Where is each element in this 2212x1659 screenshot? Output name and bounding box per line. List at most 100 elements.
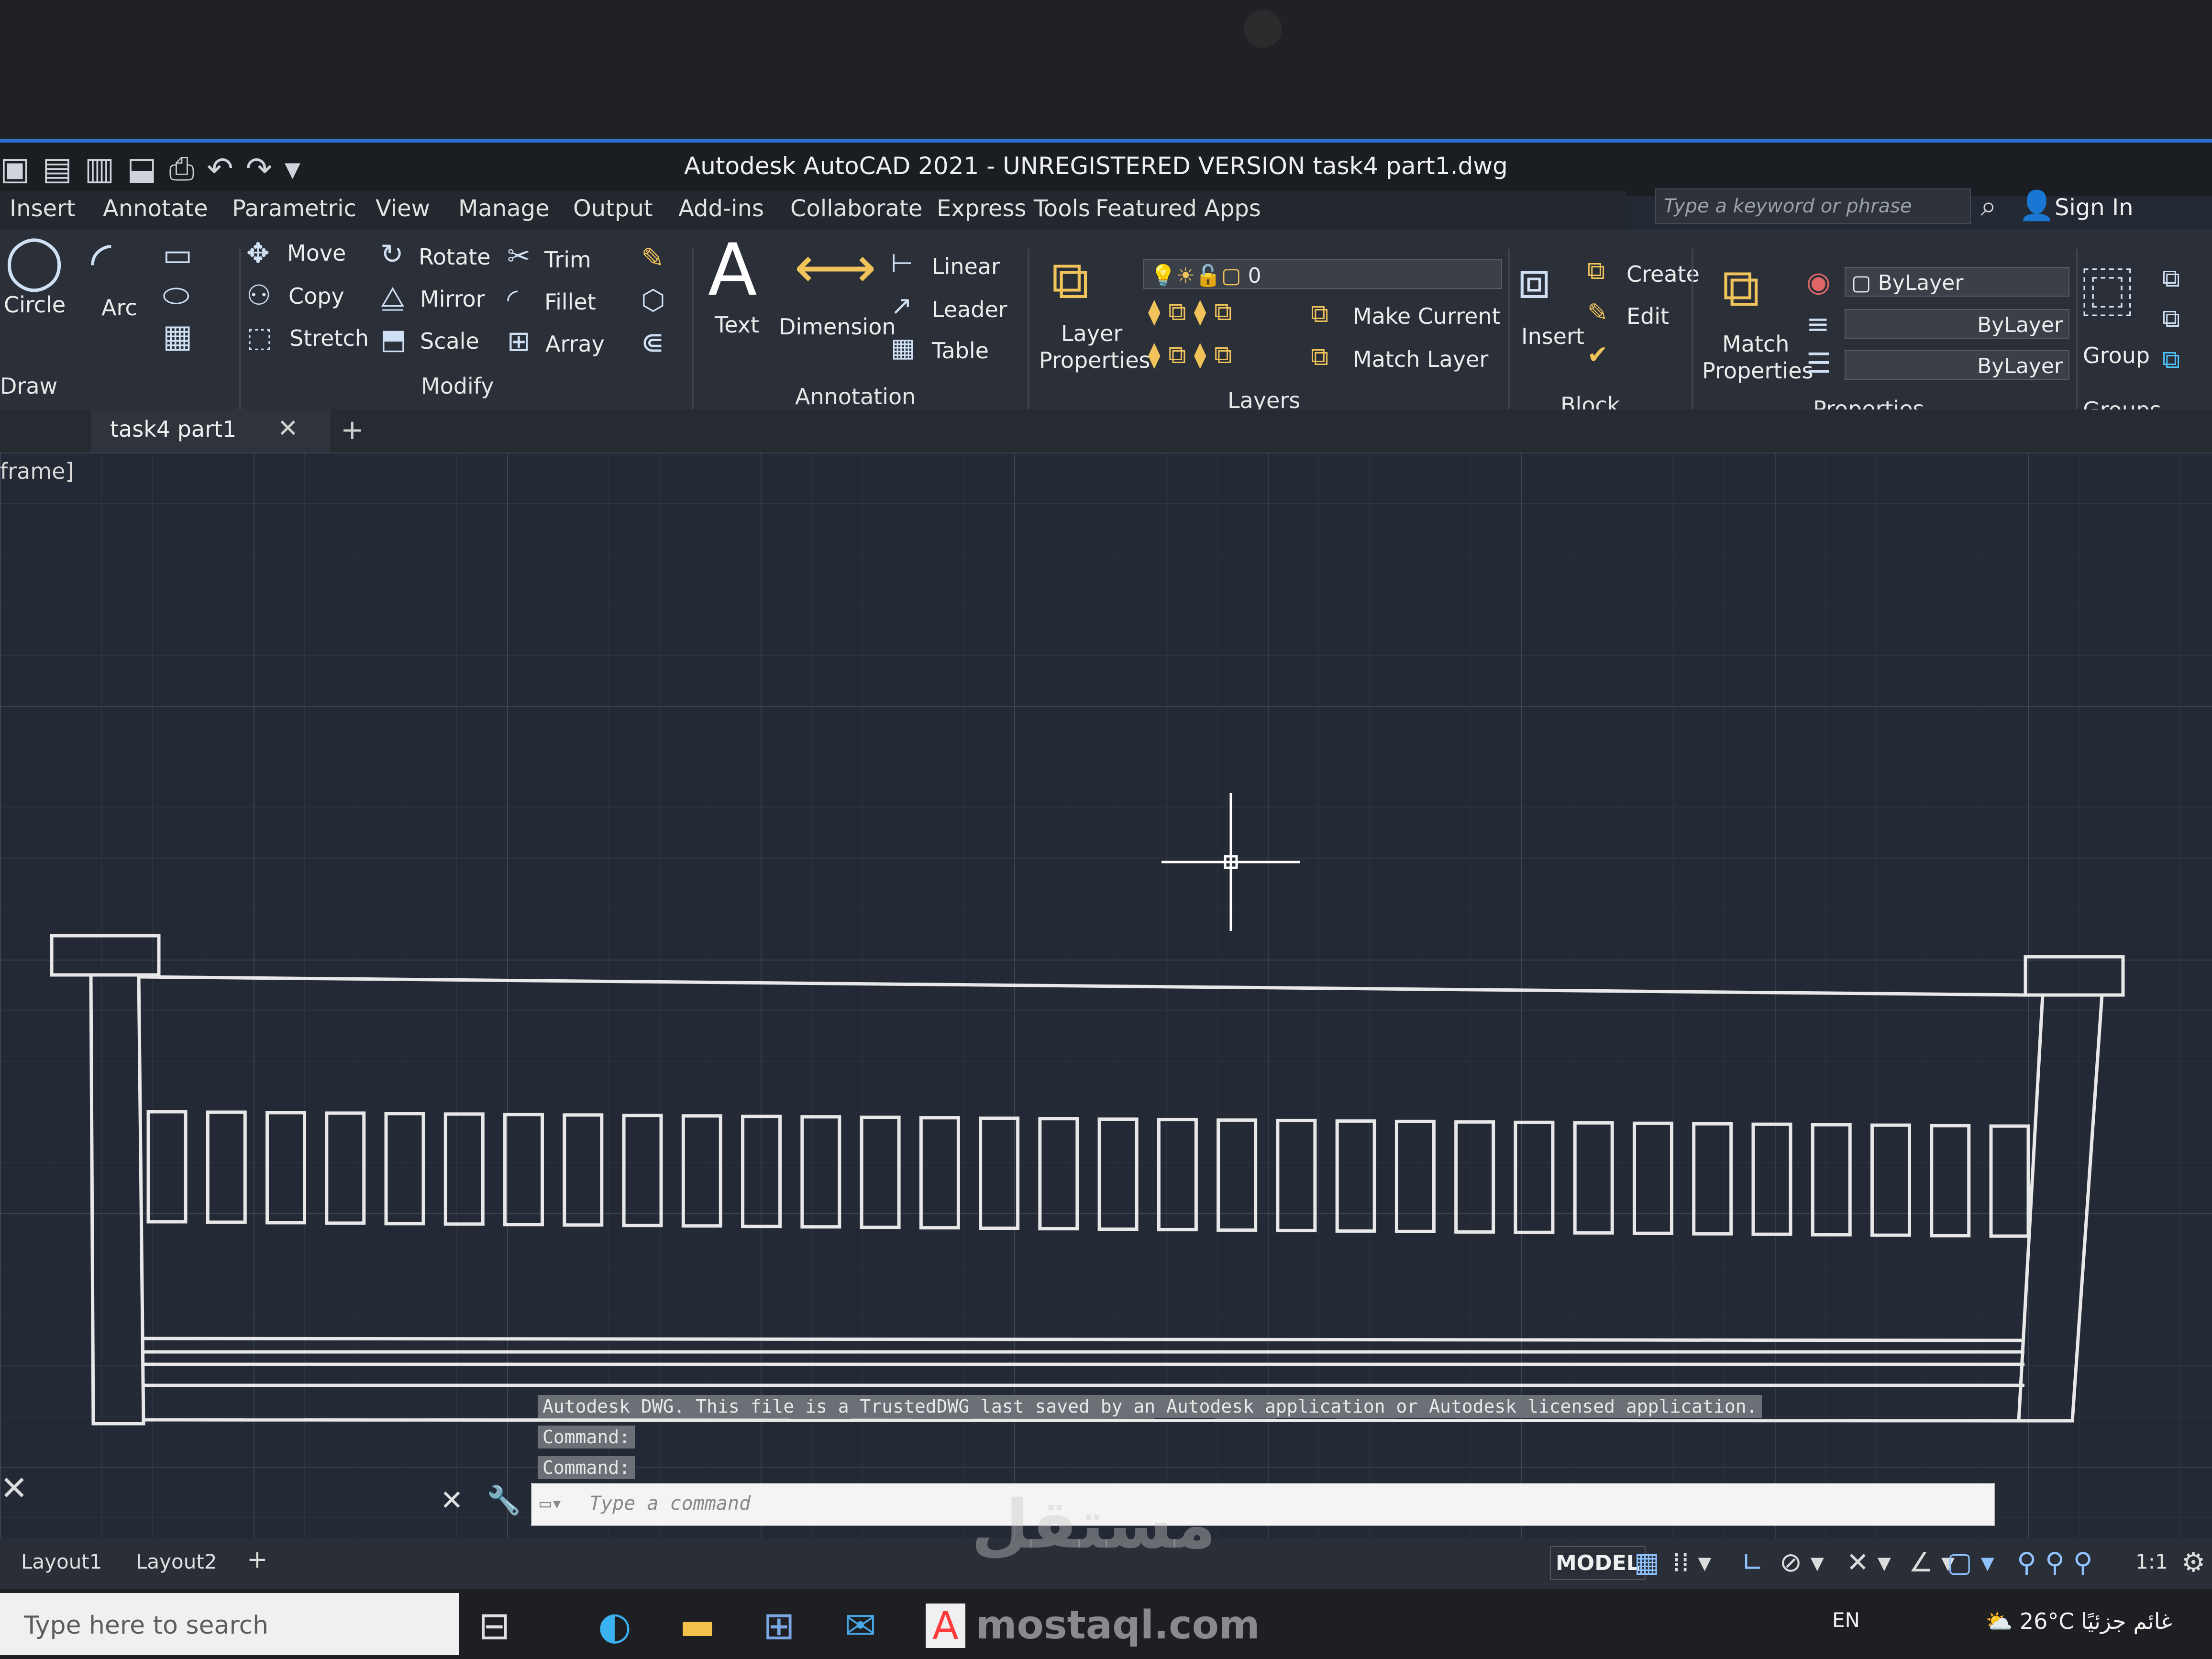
file-explorer-icon[interactable]: ▬: [679, 1604, 716, 1648]
close-command-icon[interactable]: ✕: [440, 1484, 464, 1516]
customize-command-icon[interactable]: 🔧: [487, 1484, 521, 1516]
layer-tools-2-icon[interactable]: ⧫ ⧉ ⧫ ⧉: [1148, 343, 1232, 367]
linetype-dropdown[interactable]: ByLayer: [1845, 350, 2069, 380]
print-icon[interactable]: ⎙: [169, 150, 194, 188]
new-tab-icon[interactable]: +: [341, 413, 364, 446]
tab-collaborate[interactable]: Collaborate: [790, 195, 922, 222]
tab-view[interactable]: View: [376, 195, 430, 222]
save-icon[interactable]: ▣: [0, 150, 30, 188]
explode-icon[interactable]: ⬡: [641, 286, 665, 314]
close-icon[interactable]: ✕: [277, 414, 299, 443]
group-edit-icon[interactable]: ⧉: [2162, 306, 2180, 331]
circle-icon[interactable]: ◯: [5, 234, 64, 287]
insert-button[interactable]: Insert: [1521, 323, 1584, 349]
command-input[interactable]: ▭▾ Type a command: [531, 1483, 1995, 1526]
model-space-button[interactable]: MODEL: [1550, 1546, 1646, 1580]
export-icon[interactable]: ⬓: [127, 150, 156, 188]
match-properties-label-2[interactable]: Properties: [1702, 358, 1813, 384]
draw-panel-title[interactable]: Draw: [0, 373, 57, 399]
help-search-input[interactable]: Type a keyword or phrase: [1655, 188, 1971, 224]
match-layer-button[interactable]: Match Layer: [1353, 346, 1488, 372]
color-dropdown[interactable]: ▢ ByLayer: [1845, 267, 2069, 297]
erase-icon[interactable]: ✎: [641, 244, 664, 272]
redo-icon[interactable]: ↷: [246, 150, 272, 188]
group-button[interactable]: Group: [2083, 343, 2150, 368]
layer-properties-label-2[interactable]: Properties: [1039, 347, 1150, 373]
edit-button[interactable]: Edit: [1626, 303, 1669, 329]
layer-dropdown[interactable]: 💡☀🔓▢ 0: [1143, 259, 1502, 289]
ungroup-icon[interactable]: ⧉: [2162, 266, 2180, 291]
linear-button[interactable]: Linear: [932, 254, 1000, 279]
layer-tools-icon[interactable]: ⧫ ⧉ ⧫ ⧉: [1148, 299, 1232, 324]
group-select-icon[interactable]: ⧉: [2162, 347, 2180, 372]
grid-icon[interactable]: ▦: [1634, 1547, 1659, 1578]
array-button[interactable]: Array: [545, 331, 605, 357]
trim-button[interactable]: Trim: [544, 247, 591, 273]
make-current-button[interactable]: Make Current: [1353, 303, 1501, 329]
layout2-tab[interactable]: Layout2: [136, 1550, 217, 1573]
autocad-icon[interactable]: A: [926, 1604, 965, 1648]
block-attribute-icon[interactable]: ✔: [1587, 343, 1608, 367]
undo-icon[interactable]: ↶: [207, 150, 233, 188]
copy-button[interactable]: Copy: [288, 283, 344, 309]
search-icon[interactable]: ⌕: [1980, 189, 1997, 223]
add-layout-icon[interactable]: +: [247, 1545, 268, 1574]
mail-icon[interactable]: ✉: [844, 1604, 876, 1648]
layer-properties-label-1[interactable]: Layer: [1061, 321, 1122, 346]
tab-parametric[interactable]: Parametric: [232, 195, 356, 222]
customize-icon[interactable]: ▾: [285, 150, 300, 188]
leader-button[interactable]: Leader: [932, 297, 1007, 322]
sign-in-link[interactable]: Sign In: [2055, 194, 2134, 221]
ortho-icon[interactable]: ∟: [1741, 1547, 1764, 1578]
close-icon[interactable]: ✕: [0, 1469, 28, 1508]
weather-widget[interactable]: ⛅ 26°C غائم جزئيًا: [1985, 1608, 2172, 1635]
drawing-area[interactable]: frame]: [0, 453, 2212, 1591]
text-button[interactable]: Text: [715, 312, 759, 338]
scale-button[interactable]: Scale: [420, 328, 479, 354]
save-as-icon[interactable]: ▤: [42, 150, 72, 188]
circle-button[interactable]: Circle: [4, 292, 66, 318]
offset-icon[interactable]: ⋐: [641, 328, 664, 356]
language-indicator[interactable]: EN: [1832, 1608, 1860, 1632]
layout1-tab[interactable]: Layout1: [21, 1550, 102, 1573]
stretch-button[interactable]: Stretch: [289, 325, 369, 351]
mirror-button[interactable]: Mirror: [420, 286, 485, 312]
create-button[interactable]: Create: [1626, 261, 1700, 287]
color-wheel-icon[interactable]: ◉: [1806, 268, 1831, 296]
lineweight-icon[interactable]: ≡: [1806, 310, 1830, 338]
annotation-panel-title[interactable]: Annotation: [795, 384, 916, 409]
tab-manage[interactable]: Manage: [458, 195, 550, 222]
dimension-button[interactable]: Dimension: [779, 314, 896, 340]
modify-panel-title[interactable]: Modify: [421, 373, 494, 399]
arc-button[interactable]: Arc: [101, 295, 137, 321]
move-button[interactable]: Move: [287, 240, 346, 266]
tab-express-tools[interactable]: Express Tools: [937, 195, 1090, 222]
rectangle-icon[interactable]: ▭: [163, 239, 192, 271]
linetype-icon[interactable]: ☰: [1806, 349, 1831, 377]
tab-insert[interactable]: Insert: [10, 195, 76, 222]
object-snap-icon[interactable]: ▢ ▾: [1947, 1547, 1994, 1578]
taskbar-search-input[interactable]: Type here to search: [0, 1593, 459, 1655]
gradient-icon[interactable]: ▦: [163, 321, 192, 352]
store-icon[interactable]: ⊞: [763, 1604, 795, 1648]
match-properties-label-1[interactable]: Match: [1722, 331, 1789, 357]
fillet-button[interactable]: Fillet: [544, 289, 596, 315]
user-icon[interactable]: 👤: [2019, 188, 2055, 222]
gear-icon[interactable]: ⚙: [2181, 1547, 2205, 1578]
edge-icon[interactable]: ◐: [598, 1604, 631, 1648]
annotation-visibility-icon[interactable]: ⚲ ⚲ ⚲: [2017, 1547, 2093, 1578]
hatch-icon[interactable]: ⬭: [163, 280, 189, 311]
rotate-button[interactable]: Rotate: [419, 244, 491, 270]
isodraft-icon[interactable]: ✕ ▾: [1847, 1547, 1891, 1578]
open-icon[interactable]: ▥: [85, 150, 114, 188]
tab-output[interactable]: Output: [573, 195, 653, 222]
arc-icon[interactable]: ◜: [91, 234, 111, 287]
snap-icon[interactable]: ⁞⁞ ▾: [1672, 1547, 1712, 1578]
tab-add-ins[interactable]: Add-ins: [678, 195, 764, 222]
task-view-icon[interactable]: ⊟: [478, 1604, 510, 1648]
annotation-scale[interactable]: 1:1: [2135, 1550, 2168, 1573]
lineweight-dropdown[interactable]: ByLayer: [1845, 309, 2069, 339]
polar-icon[interactable]: ⊘ ▾: [1780, 1547, 1824, 1578]
tab-featured-apps[interactable]: Featured Apps: [1095, 195, 1261, 222]
table-button[interactable]: Table: [932, 338, 989, 364]
